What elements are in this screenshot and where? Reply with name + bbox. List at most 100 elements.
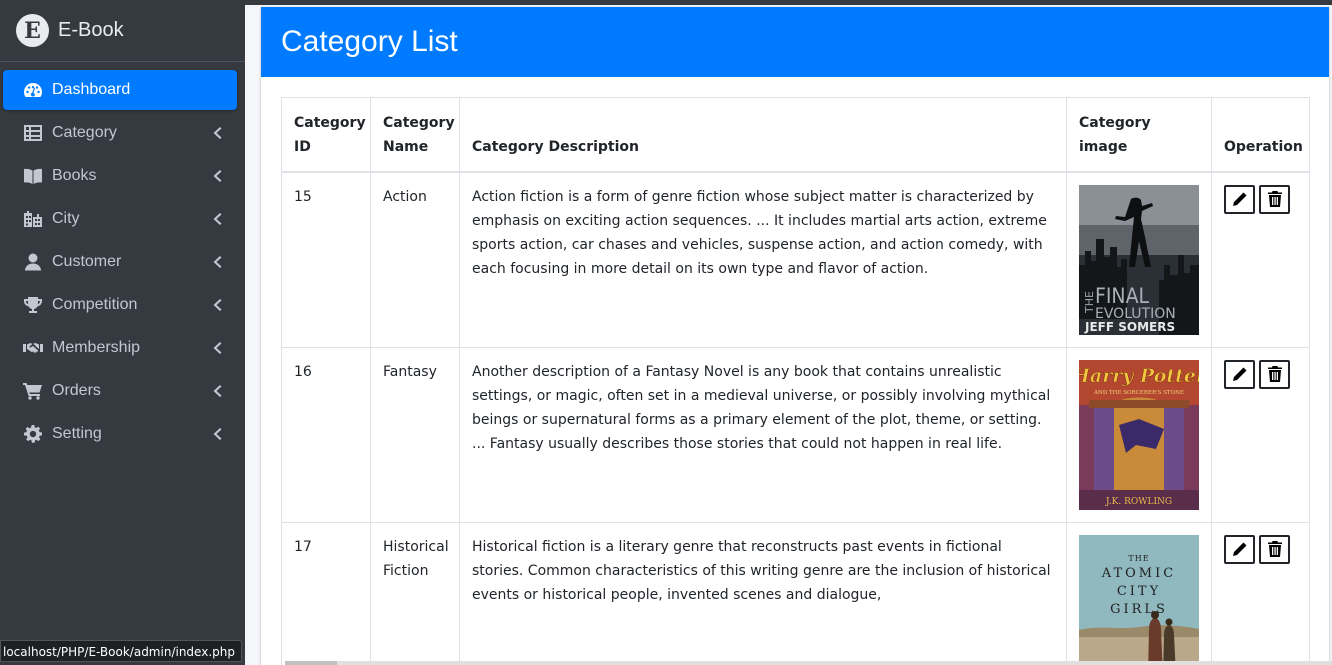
tachometer-icon [22,80,44,100]
sidebar-item-label: Books [52,167,97,184]
city-icon [22,209,44,229]
trash-icon [1267,191,1282,207]
category-image-cell: THE ATOMIC CITY GIRLS [1066,521,1212,665]
sidebar-item-label: City [52,210,80,227]
column-header-operation[interactable]: Operation [1211,97,1310,173]
brand-link[interactable]: E E-Book [0,0,245,62]
delete-button[interactable] [1259,184,1290,214]
table-row: 17 Historical Fiction Historical fiction… [281,521,1310,665]
edit-button[interactable] [1224,184,1255,214]
sidebar-item-setting[interactable]: Setting [3,414,237,454]
cover-title: Harry Potter [1079,365,1199,387]
category-card: Category List Category ID Category Name … [261,7,1329,665]
operation-cell [1211,171,1310,348]
chevron-left-icon [212,169,222,183]
category-name-cell: Action [370,171,460,348]
chevron-left-icon [212,212,222,226]
cover-text-the: THE [1128,554,1149,563]
sidebar-item-label: Category [52,124,117,141]
trash-icon [1267,366,1282,382]
sidebar-item-competition[interactable]: Competition [3,285,237,325]
sidebar-nav: Dashboard Category Books City Customer C… [0,62,245,454]
list-icon [22,123,44,143]
book-cover-image: Harry Potter AND THE SORCERER'S STONE J.… [1079,359,1199,510]
pencil-icon [1232,192,1246,206]
sidebar-item-city[interactable]: City [3,199,237,239]
delete-button[interactable] [1259,359,1290,389]
operation-buttons [1224,534,1297,564]
card-header: Category List [261,7,1329,77]
operation-buttons [1224,359,1297,389]
category-name-cell: Historical Fiction [370,521,460,665]
chevron-left-icon [212,298,222,312]
sidebar-item-membership[interactable]: Membership [3,328,237,368]
horizontal-scrollbar[interactable] [285,661,1332,665]
sidebar-item-label: Membership [52,339,141,356]
chevron-left-icon [212,126,222,140]
sidebar-item-label: Customer [52,253,122,270]
chevron-left-icon [212,384,222,398]
category-description-cell: Another description of a Fantasy Novel i… [459,346,1067,523]
category-description-cell: Action fiction is a form of genre fictio… [459,171,1067,348]
chevron-left-icon [212,341,222,355]
cover-subtitle: AND THE SORCERER'S STONE [1093,390,1184,396]
gear-icon [22,424,44,444]
chevron-left-icon [212,255,222,269]
sidebar-item-orders[interactable]: Orders [3,371,237,411]
category-image-cell: THE FINAL EVOLUTION JEFF SOMERS [1066,171,1212,348]
pencil-icon [1232,367,1246,381]
table-container: Category ID Category Name Category Descr… [281,97,1310,665]
edit-button[interactable] [1224,534,1255,564]
book-open-icon [22,166,44,186]
operation-buttons [1224,184,1297,214]
table-row: 15 Action Action fiction is a form of ge… [281,171,1310,348]
handshake-icon [22,338,44,358]
pencil-icon [1232,542,1246,556]
cover-text-final: FINAL [1095,284,1149,308]
column-header-name[interactable]: Category Name [370,97,460,173]
category-table: Category ID Category Name Category Descr… [281,97,1310,665]
cover-author: JEFF SOMERS [1084,320,1175,334]
browser-status-url: localhost/PHP/E-Book/admin/index.php [0,640,242,662]
category-image-cell: Harry Potter AND THE SORCERER'S STONE J.… [1066,346,1212,523]
edit-button[interactable] [1224,359,1255,389]
category-description-cell: Historical fiction is a literary genre t… [459,521,1067,665]
chevron-left-icon [212,427,222,441]
sidebar-item-books[interactable]: Books [3,156,237,196]
column-header-image[interactable]: Category image [1066,97,1212,173]
scrollbar-thumb[interactable] [285,661,337,665]
category-name-cell: Fantasy [370,346,460,523]
trash-icon [1267,541,1282,557]
sidebar-item-label: Orders [52,382,101,399]
sidebar-item-label: Setting [52,425,102,442]
cover-text-city: CITY [1117,584,1161,599]
delete-button[interactable] [1259,534,1290,564]
cart-icon [22,381,44,401]
page-title: Category List [281,25,458,58]
cover-author: J.K. ROWLING [1105,497,1172,507]
book-cover-image: THE ATOMIC CITY GIRLS [1079,534,1199,665]
sidebar-item-category[interactable]: Category [3,113,237,153]
column-header-description[interactable]: Category Description [459,97,1067,173]
category-id-cell: 16 [281,346,371,523]
brand-name: E-Book [58,19,124,41]
operation-cell [1211,521,1310,665]
table-header-row: Category ID Category Name Category Descr… [281,97,1310,173]
user-icon [22,252,44,272]
table-row: 16 Fantasy Another description of a Fant… [281,346,1310,523]
sidebar: E E-Book Dashboard Category Books City C… [0,0,245,665]
sidebar-item-label: Dashboard [52,81,131,98]
sidebar-item-customer[interactable]: Customer [3,242,237,282]
content-wrapper: Category List Category ID Category Name … [245,5,1332,665]
brand-logo: E [16,14,49,47]
category-id-cell: 17 [281,521,371,665]
category-id-cell: 15 [281,171,371,348]
trophy-icon [22,295,44,315]
column-header-id[interactable]: Category ID [281,97,371,173]
cover-text-girls: GIRLS [1110,602,1168,617]
book-cover-image: THE FINAL EVOLUTION JEFF SOMERS [1079,184,1199,335]
operation-cell [1211,346,1310,523]
cover-text-atomic: ATOMIC [1101,566,1176,581]
sidebar-item-dashboard[interactable]: Dashboard [3,70,237,110]
sidebar-item-label: Competition [52,296,138,313]
